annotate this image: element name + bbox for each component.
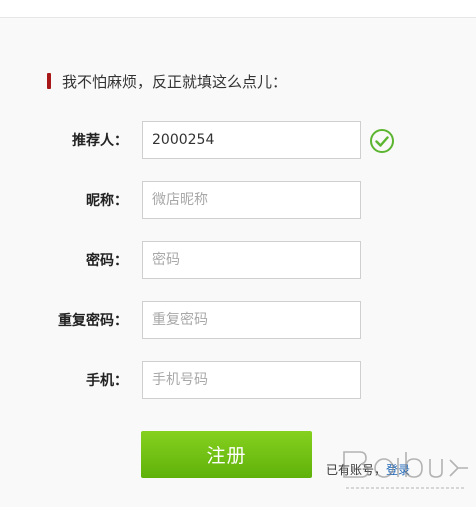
confirm-password-input[interactable] <box>142 301 361 339</box>
confirm-password-row: 重复密码： <box>0 301 476 341</box>
nickname-label: 昵称： <box>86 193 128 209</box>
check-circle-icon <box>370 129 394 153</box>
baidu-jingyan-watermark <box>343 451 468 489</box>
phone-label: 手机： <box>86 373 128 389</box>
password-row: 密码： <box>0 241 476 281</box>
section-title: 我不怕麻烦，反正就填这么点儿： <box>62 72 288 91</box>
referrer-label: 推荐人： <box>72 133 128 149</box>
nickname-row: 昵称： <box>0 181 476 221</box>
section-accent-bar <box>47 73 51 89</box>
password-input[interactable] <box>142 241 361 279</box>
referrer-row: 推荐人： <box>0 121 476 161</box>
section-header: 我不怕麻烦，反正就填这么点儿： <box>47 71 287 91</box>
nickname-input[interactable] <box>142 181 361 219</box>
password-label: 密码： <box>86 253 128 269</box>
top-band <box>0 0 476 18</box>
phone-input[interactable] <box>142 361 361 399</box>
referrer-input[interactable] <box>142 121 361 159</box>
phone-row: 手机： <box>0 361 476 401</box>
confirm-password-label: 重复密码： <box>58 313 128 329</box>
register-button[interactable]: 注册 <box>141 431 312 478</box>
